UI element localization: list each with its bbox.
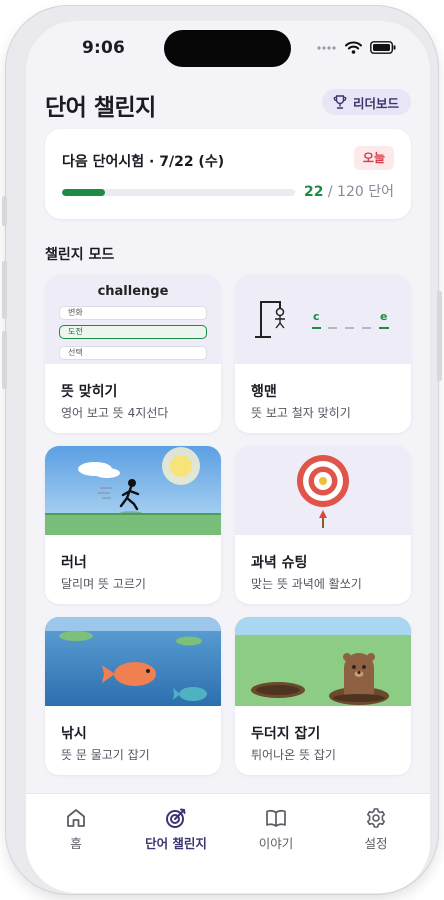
quiz-option-selected: 도전 (59, 325, 207, 339)
volume-down-button (2, 331, 7, 389)
quiz-option: 변화 (59, 306, 207, 320)
home-icon (67, 809, 85, 827)
mode-card-fishing[interactable]: 낚시 뜻 문 물고기 잡기 (45, 617, 221, 775)
leaderboard-label: 리더보드 (352, 95, 399, 111)
page-title: 단어 챌린지 (45, 95, 156, 121)
word-progress-text: 22 / 120 단어 (304, 181, 394, 201)
word-progress-bar (62, 189, 295, 196)
leaderboard-button[interactable]: 리더보드 (321, 89, 411, 115)
mode-card-target-shooting[interactable]: 과녁 슈팅 맞는 뜻 과녁에 활쏘기 (235, 446, 411, 604)
whack-a-mole-illustration (235, 617, 411, 706)
status-icons (317, 41, 396, 54)
tab-home[interactable]: 홈 (26, 806, 126, 852)
mode-desc: 영어 보고 뜻 4지선다 (61, 406, 169, 420)
runner-illustration (45, 446, 221, 535)
mode-desc: 튀어나온 뜻 잡기 (251, 748, 336, 762)
tab-label: 단어 챌린지 (145, 836, 207, 851)
mode-desc: 뜻 보고 철자 맞히기 (251, 406, 351, 420)
fishing-scene (45, 617, 221, 706)
word-progress-fill (62, 189, 105, 196)
power-button (437, 291, 442, 381)
phone-frame: 9:06 단어 챌린지 리더보드 다음 단어시험 · 7/22 (수) 오늘 2… (2, 6, 442, 894)
section-title: 챌린지 모드 (45, 247, 115, 263)
tab-word-challenge[interactable]: 단어 챌린지 (126, 806, 226, 852)
mode-name: 두더지 잡기 (251, 726, 321, 742)
quiz-option: 선택 (59, 346, 207, 360)
tab-label: 홈 (70, 836, 82, 851)
mode-name: 과녁 슈팅 (251, 555, 308, 571)
hangman-illustration: c e (235, 275, 411, 364)
header: 단어 챌린지 리더보드 (45, 88, 411, 124)
hangman-letter-first: c (313, 310, 320, 323)
target-icon (166, 808, 186, 828)
mode-desc: 뜻 문 물고기 잡기 (61, 748, 150, 762)
status-bar: 9:06 (26, 21, 430, 77)
mole-scene (235, 617, 411, 706)
screen: 9:06 단어 챌린지 리더보드 다음 단어시험 · 7/22 (수) 오늘 2… (26, 21, 430, 893)
gear-icon (367, 808, 385, 828)
dynamic-island (164, 30, 291, 67)
word-progress-total: / 120 단어 (323, 184, 394, 200)
mute-switch (2, 196, 7, 226)
mode-card-hangman[interactable]: c e 행맨 뜻 보고 철자 맞히기 (235, 275, 411, 433)
battery-icon (370, 41, 396, 54)
signal-icon (317, 45, 336, 50)
mode-desc: 맞는 뜻 과녁에 활쏘기 (251, 577, 362, 591)
status-time: 9:06 (82, 38, 126, 58)
mode-name: 낚시 (61, 726, 87, 742)
mode-name: 뜻 맞히기 (61, 384, 118, 400)
mode-card-runner[interactable]: 러너 달리며 뜻 고르기 (45, 446, 221, 604)
tab-story[interactable]: 이야기 (226, 806, 326, 852)
tab-label: 이야기 (258, 836, 294, 851)
mode-desc: 달리며 뜻 고르기 (61, 577, 146, 591)
next-test-title: 다음 단어시험 · 7/22 (수) (62, 154, 225, 170)
bottom-tab-bar: 홈 단어 챌린지 이야기 설정 (26, 793, 430, 893)
mode-card-meaning-quiz[interactable]: challenge 변화 도전 선택 뜻 맞히기 영어 보고 뜻 4지선다 (45, 275, 221, 433)
mode-name: 행맨 (251, 384, 277, 400)
next-test-card[interactable]: 다음 단어시험 · 7/22 (수) 오늘 22 / 120 단어 (45, 129, 411, 219)
trophy-icon (333, 95, 347, 109)
runner-scene (45, 446, 221, 535)
wifi-icon (345, 41, 362, 54)
tab-label: 설정 (364, 836, 388, 851)
meaning-quiz-illustration: challenge 변화 도전 선택 (45, 275, 221, 364)
hangman-letter-last: e (380, 310, 388, 323)
tab-settings[interactable]: 설정 (326, 806, 426, 852)
target-icon (297, 455, 349, 528)
mode-name: 러너 (61, 555, 87, 571)
fishing-illustration (45, 617, 221, 706)
target-shooting-illustration (235, 446, 411, 535)
book-icon (266, 809, 286, 827)
today-badge: 오늘 (353, 146, 394, 170)
mode-card-whack-a-mole[interactable]: 두더지 잡기 튀어나온 뜻 잡기 (235, 617, 411, 775)
quiz-word: challenge (97, 284, 169, 299)
word-progress-current: 22 (303, 184, 324, 200)
volume-up-button (2, 261, 7, 319)
